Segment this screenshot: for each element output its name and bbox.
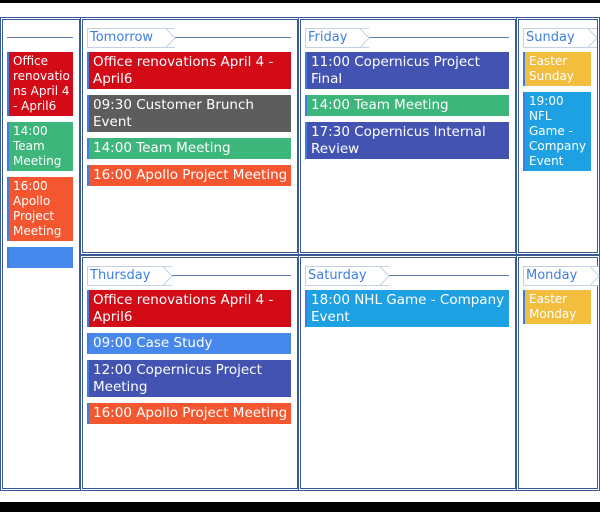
event-item[interactable]: Office renovations April 4 - April6 xyxy=(87,290,291,327)
event-item[interactable]: 09:00 Case Study xyxy=(87,333,291,354)
day-label[interactable]: Thursday xyxy=(87,266,174,286)
event-list: Office renovations April 4 - April6 09:00… xyxy=(87,290,291,424)
event-item[interactable]: 16:00 Apollo Project Meeting xyxy=(87,165,291,186)
day-label[interactable]: Tomorrow xyxy=(87,28,176,48)
tab-arrow-icon xyxy=(581,28,598,48)
day-panel: Office renovations April 4 - April6 14:00… xyxy=(0,17,82,491)
day-panel-thursday: Thursday Office renovations April 4 - Apr… xyxy=(80,255,300,491)
event-item[interactable]: 17:30 Copernicus Internal Review xyxy=(305,122,509,159)
event-item[interactable]: 18:00 NHL Game - Company Event xyxy=(305,290,509,327)
top-bar xyxy=(0,0,600,3)
tab-arrow-icon xyxy=(354,28,371,48)
event-item[interactable]: 16:00 Apollo Project Meeting xyxy=(87,403,291,424)
event-list: 18:00 NHL Game - Company Event xyxy=(305,290,509,327)
tab-arrow-icon xyxy=(584,266,600,286)
event-list: 11:00 Copernicus Project Final 14:00 Team… xyxy=(305,52,509,159)
event-item[interactable]: 09:30 Customer Brunch Event xyxy=(87,95,291,132)
day-header xyxy=(7,28,73,48)
event-item[interactable]: Office renovations April 4 - April6 xyxy=(7,52,73,116)
day-header: Saturday xyxy=(305,266,509,286)
event-item[interactable]: 11:00 Copernicus Project Final xyxy=(305,52,509,89)
event-item[interactable]: Easter Monday xyxy=(523,290,591,324)
day-label-text: Tomorrow xyxy=(90,30,154,45)
day-label-text: Friday xyxy=(308,30,348,45)
tab-arrow-icon xyxy=(157,266,174,286)
event-item[interactable]: 14:00 Team Meeting xyxy=(87,138,291,159)
day-header: Friday xyxy=(305,28,509,48)
day-label-text: Saturday xyxy=(308,268,367,283)
event-list: Easter Monday xyxy=(523,290,591,324)
event-item[interactable]: 19:00 NFL Game - Company Event xyxy=(523,92,591,171)
day-panel-sunday: Sunday Easter Sunday 19:00 NFL Game - Comp… xyxy=(516,17,600,255)
event-list: Office renovations April 4 - April6 09:30… xyxy=(87,52,291,186)
header-divider xyxy=(7,37,73,38)
day-header: Monday xyxy=(523,266,600,286)
event-item[interactable]: 16:00 Apollo Project Meeting xyxy=(7,177,73,241)
bottom-bar xyxy=(0,502,600,512)
day-label-text: Sunday xyxy=(526,30,575,45)
tab-arrow-icon xyxy=(373,266,390,286)
day-label-text: Thursday xyxy=(90,268,151,283)
day-header: Thursday xyxy=(87,266,291,286)
event-list: Easter Sunday 19:00 NFL Game - Company Ev… xyxy=(523,52,591,171)
event-item[interactable]: 14:00 Team Meeting xyxy=(7,122,73,171)
event-item[interactable]: 14:00 Team Meeting xyxy=(305,95,509,116)
day-panel-monday: Monday Easter Monday xyxy=(516,255,600,491)
day-panel-tomorrow: Tomorrow Office renovations April 4 - Apr… xyxy=(80,17,300,255)
day-label[interactable]: Saturday xyxy=(305,266,390,286)
tab-arrow-icon xyxy=(160,28,176,48)
day-panel-saturday: Saturday 18:00 NHL Game - Company Event xyxy=(298,255,518,491)
day-header: Tomorrow xyxy=(87,28,291,48)
day-label[interactable]: Friday xyxy=(305,28,371,48)
event-item[interactable]: Office renovations April 4 - April6 xyxy=(87,52,291,89)
event-item[interactable] xyxy=(7,247,73,268)
day-header: Sunday xyxy=(523,28,598,48)
event-list: Office renovations April 4 - April6 14:00… xyxy=(7,52,73,268)
event-item[interactable]: 12:00 Copernicus Project Meeting xyxy=(87,360,291,397)
day-panel-friday: Friday 11:00 Copernicus Project Final 14:0… xyxy=(298,17,518,255)
day-label-text: Monday xyxy=(526,268,578,283)
event-item[interactable]: Easter Sunday xyxy=(523,52,591,86)
day-label[interactable]: Monday xyxy=(523,266,600,286)
day-label[interactable]: Sunday xyxy=(523,28,598,48)
